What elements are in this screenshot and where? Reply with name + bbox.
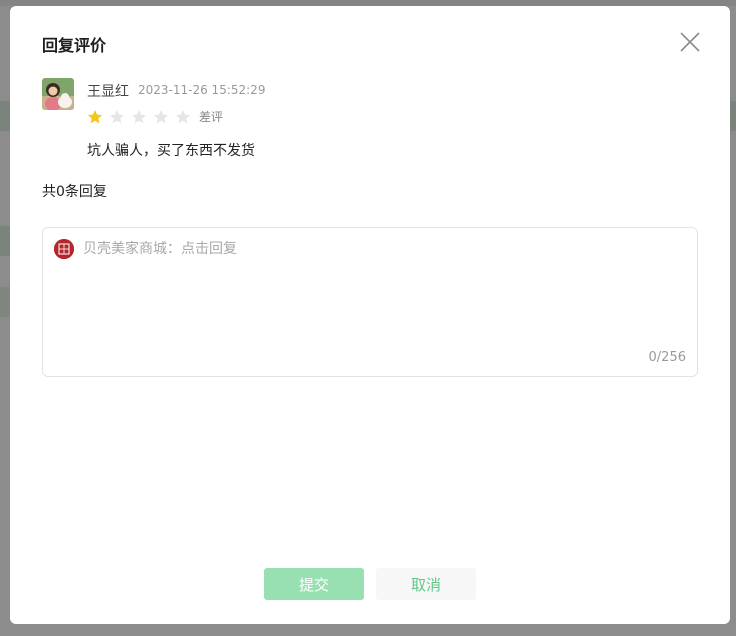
- star-icon: [109, 109, 125, 123]
- shop-logo: [54, 239, 74, 259]
- reply-box: 0/256: [42, 227, 698, 377]
- close-icon: [680, 32, 700, 52]
- reply-count: 共0条回复: [42, 184, 107, 200]
- reply-input[interactable]: [83, 238, 683, 338]
- star-icon: [87, 109, 103, 123]
- review-timestamp: 2023-11-26 15:52:29: [138, 83, 266, 97]
- review-content: 坑人骗人，买了东西不发货: [87, 143, 255, 159]
- dialog-footer: 提交 取消: [264, 568, 476, 600]
- reply-review-dialog: 回复评价 王显红 2023-11-26 15:52:29 差评 坑人骗人，买了东…: [10, 6, 730, 624]
- star-icon: [175, 109, 191, 123]
- star-icon: [131, 109, 147, 123]
- star-icon: [153, 109, 169, 123]
- cancel-button[interactable]: 取消: [376, 568, 476, 600]
- star-rating: 差评: [87, 108, 223, 125]
- reviewer-name: 王显红: [87, 84, 129, 100]
- reviewer-avatar: [42, 78, 74, 110]
- dialog-title: 回复评价: [42, 36, 107, 55]
- close-button[interactable]: [678, 30, 702, 54]
- rating-label: 差评: [199, 110, 224, 124]
- char-counter: 0/256: [648, 350, 686, 365]
- submit-button[interactable]: 提交: [264, 568, 364, 600]
